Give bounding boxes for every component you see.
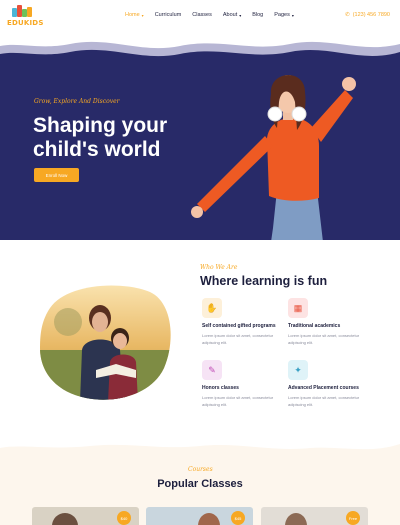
nav-item-blog[interactable]: Blog xyxy=(252,12,263,18)
classes-script-title: Courses xyxy=(188,466,213,473)
phone-link[interactable]: ✆ (123) 456 7890 xyxy=(345,12,390,18)
children-reading-photo xyxy=(40,285,171,400)
paint-icon: ✎ xyxy=(202,360,222,380)
logo-text: EDUKIDS xyxy=(7,19,44,27)
about-title: Where learning is fun xyxy=(200,274,328,288)
price-badge: $40 xyxy=(117,511,131,525)
feature-item: ✦ Advanced Placement courses Lorem ipsum… xyxy=(288,360,378,408)
classes-title: Popular Classes xyxy=(157,478,243,490)
telescope-icon: ✦ xyxy=(288,360,308,380)
hero-section: Grow, Explore And Discover Shaping your … xyxy=(0,30,400,240)
chevron-down-icon: ▾ xyxy=(291,12,294,18)
books-logo-icon xyxy=(12,5,32,17)
feature-item: ✋ Self contained gifted programs Lorem i… xyxy=(202,298,292,346)
hero-headline: Shaping your child's world xyxy=(33,114,168,161)
class-card[interactable]: $45 xyxy=(146,507,253,525)
nav-item-curriculum[interactable]: Curriculum xyxy=(155,12,182,18)
nav-item-about[interactable]: About ▾ xyxy=(223,12,241,18)
nav-item-classes[interactable]: Classes xyxy=(192,12,212,18)
enroll-now-button[interactable]: Enroll Now xyxy=(34,168,79,182)
chevron-down-icon: ▾ xyxy=(239,12,242,18)
nav-item-pages[interactable]: Pages ▾ xyxy=(274,12,294,18)
phone-icon: ✆ xyxy=(345,12,350,18)
price-badge: Free xyxy=(346,511,360,525)
class-card[interactable]: $40 xyxy=(32,507,139,525)
hand-icon: ✋ xyxy=(202,298,222,318)
price-badge: $45 xyxy=(231,511,245,525)
class-photo xyxy=(52,513,78,525)
classes-section: Courses Popular Classes $40 $45 Free xyxy=(0,440,400,525)
nav-item-home[interactable]: Home ▾ xyxy=(125,12,144,18)
chevron-down-icon: ▾ xyxy=(141,12,144,18)
site-header: EDUKIDS Home ▾ Curriculum Classes About ▾ … xyxy=(0,0,400,36)
class-photo xyxy=(198,513,220,525)
class-card[interactable]: Free xyxy=(261,507,368,525)
about-script-title: Who We Are xyxy=(200,264,238,271)
classes-top-wave xyxy=(0,440,400,450)
hero-child-image xyxy=(191,74,356,240)
feature-item: ▦ Traditional academics Lorem ipsum dolo… xyxy=(288,298,378,346)
hero-tagline: Grow, Explore And Discover xyxy=(34,98,120,105)
class-photo xyxy=(285,513,307,525)
logo[interactable]: EDUKIDS xyxy=(6,4,43,32)
main-nav: Home ▾ Curriculum Classes About ▾ Blog Pag… xyxy=(125,12,305,18)
abc-blocks-icon: ▦ xyxy=(288,298,308,318)
about-section: Who We Are Where learning is fun ✋ Self … xyxy=(0,240,400,445)
feature-item: ✎ Honors classes Lorem ipsum dolor sit a… xyxy=(202,360,292,408)
